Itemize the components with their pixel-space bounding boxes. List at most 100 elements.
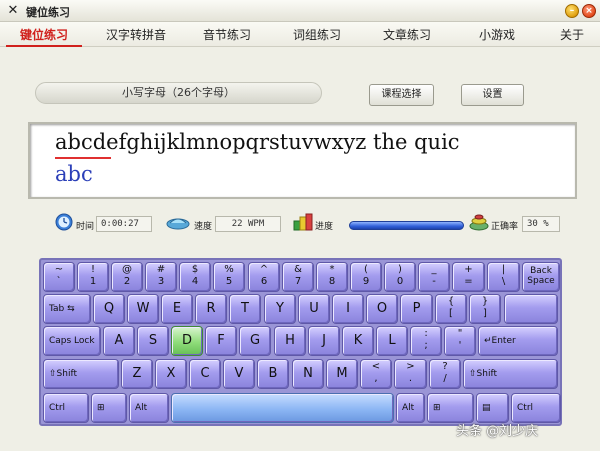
key-shift-label: ^ bbox=[259, 264, 269, 275]
speed-label: 速度 bbox=[194, 222, 213, 232]
tab-about[interactable]: 关于 bbox=[555, 26, 589, 43]
key-enter-upper[interactable] bbox=[504, 294, 558, 324]
watermark: 头条 @刘少庆 bbox=[456, 424, 539, 439]
key-alt[interactable]: Alt bbox=[129, 393, 169, 423]
tab-hanzi-to-pinyin[interactable]: 汉字转拼音 bbox=[100, 26, 172, 43]
key-label: Alt bbox=[135, 403, 148, 413]
key-f[interactable]: F bbox=[205, 326, 237, 356]
tab-key-practice[interactable]: 键位练习 bbox=[14, 26, 74, 43]
key-ctrl[interactable]: Ctrl bbox=[511, 393, 561, 423]
key-row1-10[interactable]: ) 0 bbox=[384, 262, 416, 292]
key-capslock[interactable]: Caps Lock bbox=[43, 326, 101, 356]
title-bar: ✕ 键位练习 – × bbox=[0, 0, 600, 22]
key-i[interactable]: I bbox=[332, 294, 364, 324]
key-g[interactable]: G bbox=[239, 326, 271, 356]
key-alt[interactable]: Alt bbox=[396, 393, 425, 423]
key-row1-8[interactable]: * 8 bbox=[316, 262, 348, 292]
key-z[interactable]: Z bbox=[121, 359, 153, 389]
key-main-label: N bbox=[303, 366, 313, 381]
key-shift-label: @ bbox=[122, 264, 132, 275]
key-main-label: A bbox=[114, 333, 124, 348]
key-p[interactable]: P bbox=[400, 294, 433, 324]
key-row2-11[interactable]: {[ bbox=[435, 294, 467, 324]
tab-syllable-practice[interactable]: 音节练习 bbox=[197, 26, 257, 43]
key-x[interactable]: X bbox=[155, 359, 187, 389]
key-row3-10[interactable]: :; bbox=[410, 326, 442, 356]
key-row3-11[interactable]: " ' bbox=[444, 326, 476, 356]
time-label: 时间 bbox=[76, 222, 95, 232]
key-h[interactable]: H bbox=[274, 326, 306, 356]
key-row5-5[interactable]: ⊞ bbox=[427, 393, 474, 423]
key-w[interactable]: W bbox=[127, 294, 159, 324]
key-row1-6[interactable]: ^ 6 bbox=[248, 262, 280, 292]
key-main-label: F bbox=[217, 333, 225, 348]
key-q[interactable]: Q bbox=[93, 294, 125, 324]
key-shift[interactable]: ⇧Shift bbox=[463, 359, 558, 389]
key-main-label: P bbox=[412, 301, 421, 316]
key-s[interactable]: S bbox=[137, 326, 169, 356]
key-r[interactable]: R bbox=[195, 294, 227, 324]
key-row1-11[interactable]: _ - bbox=[418, 262, 450, 292]
practice-text-area[interactable]: abcdefghijklmnopqrstuvwxyz the quic abc bbox=[28, 122, 577, 199]
key-row1-2[interactable]: @2 bbox=[111, 262, 143, 292]
key-backspace[interactable]: Back Space bbox=[522, 262, 560, 292]
key-main-label: W bbox=[136, 301, 150, 316]
key-label: ⇧Shift bbox=[469, 369, 497, 379]
key-row1-13[interactable]: | \ bbox=[487, 262, 520, 292]
key-c[interactable]: C bbox=[189, 359, 221, 389]
key-t[interactable]: T bbox=[229, 294, 261, 324]
settings-button[interactable]: 设置 bbox=[461, 84, 524, 106]
key-row4-10[interactable]: ? / bbox=[429, 359, 461, 389]
key-row5-1[interactable]: ⊞ bbox=[91, 393, 127, 423]
key-row1-5[interactable]: % 5 bbox=[213, 262, 245, 292]
key-tab[interactable]: Tab ⇆ bbox=[43, 294, 91, 324]
key-row1-12[interactable]: + = bbox=[452, 262, 485, 292]
tab-phrase-practice[interactable]: 词组练习 bbox=[287, 26, 347, 43]
tab-article-practice[interactable]: 文章练习 bbox=[377, 26, 437, 43]
stats-bar: 时间 0:00:27 速度 22 WPM 进度 正确率 30 % bbox=[0, 208, 600, 238]
key-y[interactable]: Y bbox=[264, 294, 296, 324]
key-k[interactable]: K bbox=[342, 326, 374, 356]
key-main-label: G bbox=[249, 333, 261, 348]
key-row1-0[interactable]: ~ ` bbox=[43, 262, 75, 292]
key-a[interactable]: A bbox=[103, 326, 135, 356]
key-enter[interactable]: ↵Enter bbox=[478, 326, 558, 356]
key-m[interactable]: M bbox=[326, 359, 358, 389]
key-ctrl[interactable]: Ctrl bbox=[43, 393, 89, 423]
key-base-label: 6 bbox=[260, 276, 268, 287]
key-main-label: V bbox=[234, 366, 244, 381]
key-l[interactable]: L bbox=[376, 326, 408, 356]
key-shift-label: } bbox=[481, 296, 489, 307]
tab-mini-games[interactable]: 小游戏 bbox=[472, 26, 522, 43]
key-shift[interactable]: ⇧Shift bbox=[43, 359, 119, 389]
error-underline bbox=[55, 157, 111, 159]
key-d[interactable]: D bbox=[171, 326, 203, 356]
key-b[interactable]: B bbox=[257, 359, 289, 389]
key-row1-9[interactable]: (9 bbox=[350, 262, 382, 292]
key-row1-7[interactable]: & 7 bbox=[282, 262, 314, 292]
key-label: Tab ⇆ bbox=[49, 304, 75, 314]
key-row2-12[interactable]: }] bbox=[469, 294, 501, 324]
menu-bar: 键位练习 汉字转拼音 音节练习 词组练习 文章练习 小游戏 关于 bbox=[0, 22, 600, 47]
key-row1-4[interactable]: $4 bbox=[179, 262, 211, 292]
key-space[interactable] bbox=[171, 393, 394, 423]
key-row1-3[interactable]: #3 bbox=[145, 262, 177, 292]
key-e[interactable]: E bbox=[161, 294, 193, 324]
lesson-title: 小写字母（26个字母） bbox=[35, 82, 322, 104]
minimize-button[interactable]: – bbox=[565, 4, 579, 18]
key-row5-6[interactable]: ▤ bbox=[476, 393, 509, 423]
key-row4-9[interactable]: >. bbox=[394, 359, 427, 389]
key-base-label: [ bbox=[449, 308, 453, 319]
course-select-button[interactable]: 课程选择 bbox=[369, 84, 434, 106]
progress-label: 进度 bbox=[315, 222, 334, 232]
key-j[interactable]: J bbox=[308, 326, 340, 356]
typed-text: abc bbox=[55, 162, 93, 186]
key-row4-8[interactable]: <, bbox=[360, 359, 392, 389]
close-button[interactable]: × bbox=[582, 4, 596, 18]
key-u[interactable]: U bbox=[298, 294, 330, 324]
key-v[interactable]: V bbox=[223, 359, 255, 389]
virtual-keyboard: ~ `! 1 @2 #3 $4% 5 ^ 6 & 7 * 8(9) 0 _ - + = | \ Back Space Ta… bbox=[39, 258, 562, 426]
key-o[interactable]: O bbox=[366, 294, 398, 324]
key-n[interactable]: N bbox=[292, 359, 324, 389]
key-row1-1[interactable]: ! 1 bbox=[77, 262, 109, 292]
